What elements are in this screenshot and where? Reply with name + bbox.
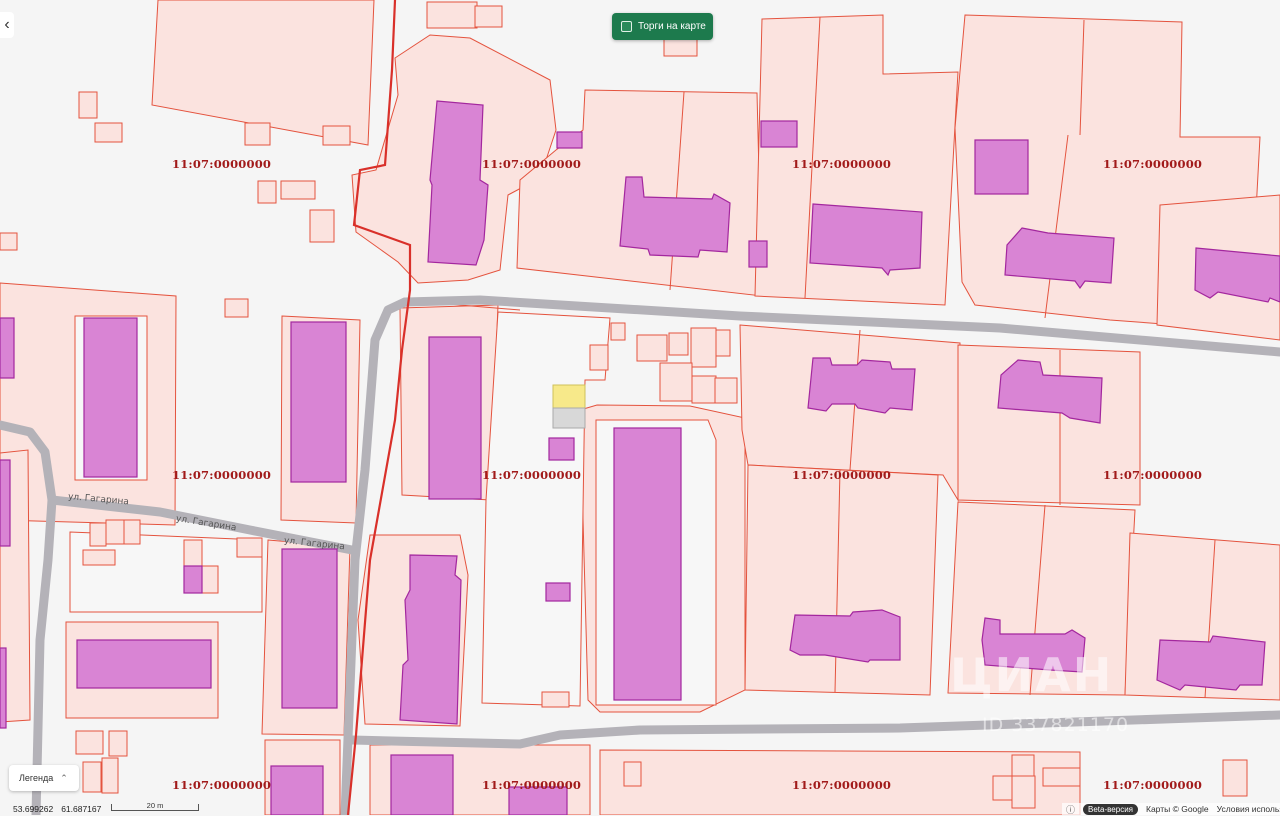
cadastral-number: 11:07:0000000: [1103, 468, 1203, 482]
auction-toggle-label: Торги на карте: [638, 21, 706, 32]
map-attribution: Карты © Google: [1146, 804, 1209, 814]
auction-toggle-button[interactable]: Торги на карте: [612, 13, 713, 40]
checkbox-icon[interactable]: [621, 21, 632, 32]
cadastral-number: 11:07:0000000: [482, 778, 582, 792]
watermark: ЦИАН: [950, 648, 1114, 702]
longitude: 61.687167: [61, 804, 102, 814]
cadastral-number: 11:07:0000000: [1103, 157, 1203, 171]
cadastral-number: 11:07:0000000: [172, 778, 272, 792]
cadastral-number: 11:07:0000000: [172, 157, 272, 171]
cadastral-number: 11:07:0000000: [172, 468, 272, 482]
cadastral-number: 11:07:0000000: [792, 468, 892, 482]
cadastral-number: 11:07:0000000: [482, 468, 582, 482]
chevron-left-icon: ‹: [4, 16, 10, 33]
cadastral-number: 11:07:0000000: [482, 157, 582, 171]
map-attribution-bar: ⓘ Beta-версия Карты © Google Условия исп…: [1062, 803, 1280, 815]
scale-label: 20 m: [146, 801, 164, 810]
latitude: 53.699262: [13, 804, 54, 814]
beta-badge: Beta-версия: [1083, 803, 1138, 815]
legend-label: Легенда: [19, 773, 54, 783]
cadastral-number: 11:07:0000000: [792, 778, 892, 792]
legend-button[interactable]: Легенда ⌃: [9, 765, 79, 791]
cadastral-number: 11:07:0000000: [792, 157, 892, 171]
coordinates-readout: 53.699262 61.687167: [13, 804, 101, 814]
watermark-id: ID 337821170: [982, 714, 1130, 736]
terms-link[interactable]: Условия использования: [1217, 804, 1280, 814]
cadastral-number: 11:07:0000000: [1103, 778, 1203, 792]
chevron-up-icon: ⌃: [60, 772, 68, 783]
back-button[interactable]: ‹: [0, 12, 14, 38]
scale-bar: 20 m: [111, 801, 199, 811]
info-icon[interactable]: ⓘ: [1066, 803, 1075, 816]
